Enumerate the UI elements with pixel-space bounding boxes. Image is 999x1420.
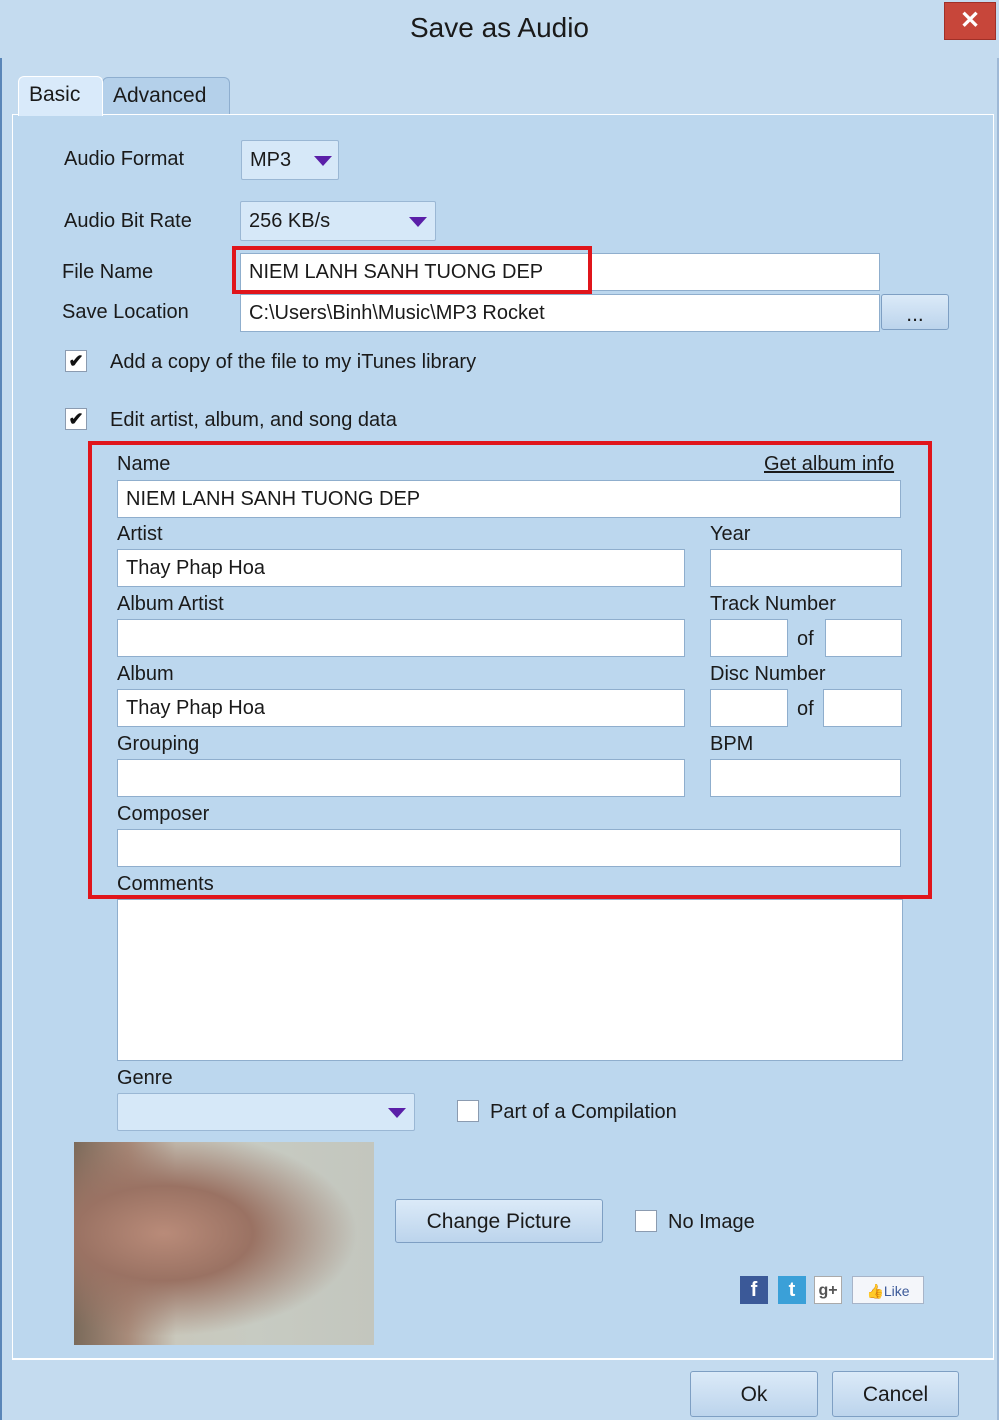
ok-button[interactable]: Ok <box>690 1371 818 1417</box>
facebook-icon[interactable]: f <box>740 1276 768 1304</box>
chevron-down-icon <box>388 1108 406 1118</box>
bit-rate-value: 256 KB/s <box>249 210 331 232</box>
artwork-photo <box>74 1142 374 1345</box>
edit-tags-label: Edit artist, album, and song data <box>110 409 397 431</box>
thumbs-up-icon: 👍 <box>866 1283 884 1299</box>
comments-textarea[interactable] <box>117 899 903 1061</box>
file-name-highlight <box>232 246 592 294</box>
window-title: Save as Audio <box>409 12 590 43</box>
tags-highlight <box>88 441 932 899</box>
close-button[interactable]: ✕ <box>944 2 996 40</box>
tab-advanced[interactable]: Advanced <box>102 77 230 115</box>
compilation-label: Part of a Compilation <box>490 1101 677 1123</box>
audio-format-value: MP3 <box>250 149 292 171</box>
close-icon: ✕ <box>959 7 981 34</box>
twitter-icon[interactable]: t <box>778 1276 806 1304</box>
bit-rate-label: Audio Bit Rate <box>64 210 192 232</box>
itunes-copy-label: Add a copy of the file to my iTunes libr… <box>110 351 477 373</box>
no-image-label: No Image <box>668 1211 755 1233</box>
album-artwork <box>74 1142 374 1345</box>
no-image-checkbox[interactable] <box>635 1210 657 1232</box>
audio-format-label: Audio Format <box>64 148 185 170</box>
file-name-label: File Name <box>62 261 154 283</box>
genre-label: Genre <box>117 1067 173 1089</box>
google-plus-icon[interactable]: g+ <box>814 1276 842 1304</box>
tab-advanced-label: Advanced <box>113 84 207 107</box>
itunes-copy-checkbox[interactable]: ✔ <box>65 350 87 372</box>
bit-rate-select[interactable]: 256 KB/s <box>240 201 436 241</box>
browse-button[interactable]: ... <box>881 294 949 330</box>
genre-select[interactable] <box>117 1093 415 1131</box>
save-location-label: Save Location <box>62 301 189 323</box>
tab-basic[interactable]: Basic <box>18 76 103 116</box>
chevron-down-icon <box>314 156 332 166</box>
save-location-input[interactable]: C:\Users\Binh\Music\MP3 Rocket <box>240 294 880 332</box>
chevron-down-icon <box>409 217 427 227</box>
footer-divider <box>12 1359 994 1360</box>
like-label: Like <box>883 1283 910 1299</box>
tab-basic-label: Basic <box>29 83 81 106</box>
audio-format-select[interactable]: MP3 <box>241 140 339 180</box>
compilation-checkbox[interactable] <box>457 1100 479 1122</box>
like-button[interactable]: 👍Like <box>852 1276 924 1304</box>
change-picture-button[interactable]: Change Picture <box>395 1199 603 1243</box>
cancel-button[interactable]: Cancel <box>832 1371 959 1417</box>
edit-tags-checkbox[interactable]: ✔ <box>65 408 87 430</box>
